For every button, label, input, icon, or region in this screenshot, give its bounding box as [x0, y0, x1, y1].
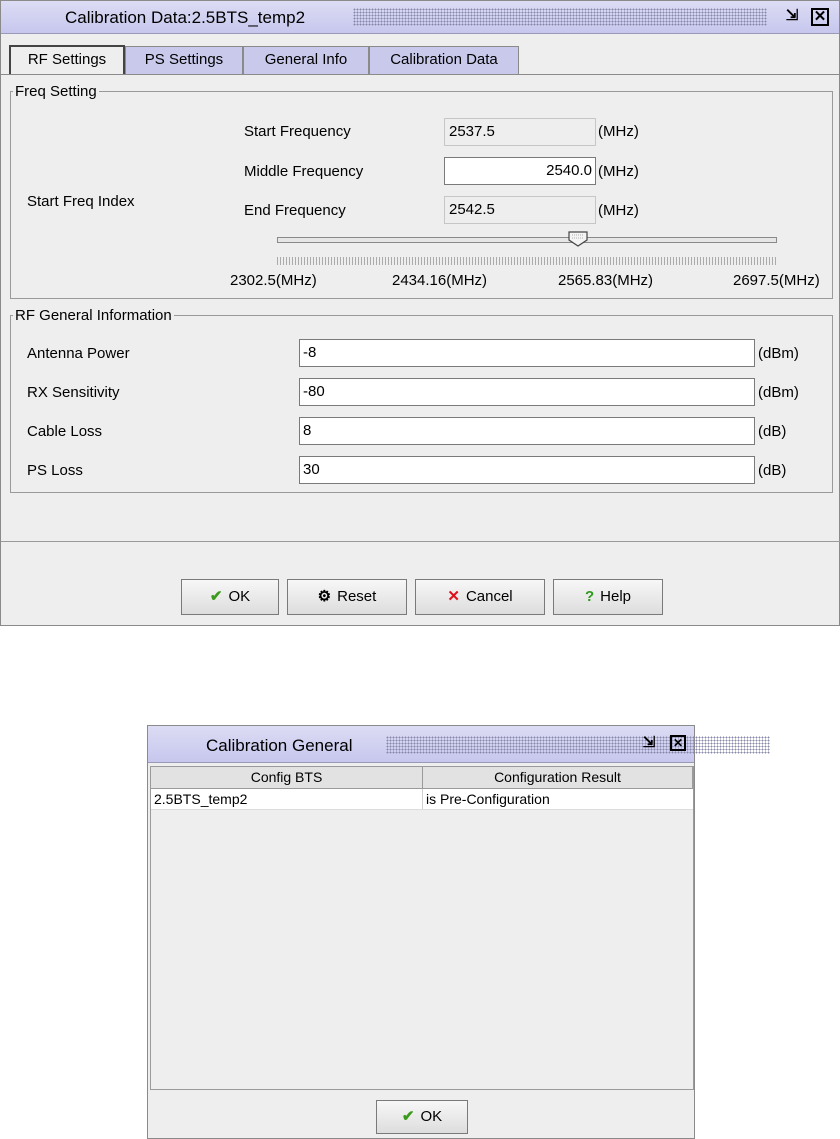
end-frequency-value: 2542.5 [444, 196, 596, 224]
reset-button[interactable]: ⚙ Reset [287, 579, 407, 615]
help-icon: ? [584, 588, 595, 605]
dialog2-titlebar[interactable]: Calibration General ⇲ ✕ [148, 726, 770, 763]
column-header-config-bts[interactable]: Config BTS [151, 767, 423, 789]
check-icon: ✔ [401, 1108, 415, 1125]
cell-configuration-result: is Pre-Configuration [426, 791, 550, 807]
tab-rf-settings[interactable]: RF Settings [9, 45, 125, 75]
antenna-power-input[interactable]: -8 [299, 339, 755, 367]
cell-config-bts: 2.5BTS_temp2 [151, 789, 423, 809]
column-header-configuration-result[interactable]: Configuration Result [423, 767, 693, 789]
start-freq-index-label: Start Freq Index [27, 193, 135, 210]
ok-button[interactable]: ✔ OK [376, 1100, 468, 1134]
ps-loss-label: PS Loss [27, 462, 83, 479]
ok-label: OK [420, 1108, 443, 1125]
restore-icon[interactable]: ⇲ [640, 734, 658, 752]
tab-panel-border [1, 74, 840, 75]
reset-icon: ⚙ [317, 588, 332, 605]
cancel-button[interactable]: ✕ Cancel [415, 579, 545, 615]
close-icon[interactable]: ✕ [811, 8, 829, 26]
results-table: Config BTS Configuration Result 2.5BTS_t… [150, 766, 694, 1090]
calibration-data-dialog: Calibration Data:2.5BTS_temp2 ⇲ ✕ RF Set… [0, 0, 840, 626]
middle-frequency-unit: (MHz) [598, 163, 639, 180]
ok-button[interactable]: ✔ OK [181, 579, 279, 615]
dialog-titlebar[interactable]: Calibration Data:2.5BTS_temp2 ⇲ ✕ [1, 1, 839, 34]
check-icon: ✔ [209, 588, 223, 605]
frequency-slider-track[interactable] [277, 237, 777, 243]
help-button[interactable]: ? Help [553, 579, 663, 615]
ps-loss-input[interactable]: 30 [299, 456, 755, 484]
help-label: Help [600, 588, 632, 605]
cable-loss-unit: (dB) [758, 423, 787, 440]
tab-general-info[interactable]: General Info [243, 46, 369, 74]
cable-loss-input[interactable]: 8 [299, 417, 755, 445]
tab-calibration-data[interactable]: Calibration Data [369, 46, 519, 74]
cable-loss-label: Cable Loss [27, 423, 103, 440]
rx-sensitivity-unit: (dBm) [758, 384, 799, 401]
rx-sensitivity-label: RX Sensitivity [27, 384, 120, 401]
restore-icon[interactable]: ⇲ [783, 7, 801, 25]
end-frequency-label: End Frequency [244, 202, 346, 219]
middle-frequency-input[interactable]: 2540.0 [444, 157, 596, 185]
freq-setting-group: Freq Setting [10, 83, 833, 299]
start-frequency-unit: (MHz) [598, 123, 639, 140]
end-frequency-unit: (MHz) [598, 202, 639, 219]
start-frequency-label: Start Frequency [244, 123, 351, 140]
antenna-power-unit: (dBm) [758, 345, 799, 362]
close-icon[interactable]: ✕ [670, 735, 686, 751]
titlebar-grip [386, 736, 770, 754]
reset-label: Reset [337, 588, 377, 605]
scale-label-3: 2565.83(MHz) [558, 272, 654, 289]
scale-label-min: 2302.5(MHz) [230, 272, 317, 289]
rf-general-legend: RF General Information [15, 307, 172, 324]
calibration-general-dialog: Calibration General ⇲ ✕ Config BTS Confi… [147, 725, 770, 1139]
slider-ticks [277, 257, 777, 265]
ps-loss-unit: (dB) [758, 462, 787, 479]
frequency-slider-thumb[interactable] [568, 231, 588, 247]
middle-frequency-label: Middle Frequency [244, 163, 364, 180]
table-row[interactable]: 2.5BTS_temp2 is Pre-Configuration [151, 789, 693, 810]
tab-ps-settings[interactable]: PS Settings [125, 46, 243, 74]
scale-label-2: 2434.16(MHz) [392, 272, 488, 289]
ok-label: OK [228, 588, 251, 605]
freq-setting-legend: Freq Setting [15, 83, 97, 100]
cancel-label: Cancel [465, 588, 513, 605]
dialog-title: Calibration Data:2.5BTS_temp2 [65, 8, 306, 27]
titlebar-grip [353, 8, 767, 26]
dialog2-title: Calibration General [206, 736, 353, 755]
panel-divider [1, 541, 840, 542]
scale-label-max: 2697.5(MHz) [733, 272, 820, 289]
cancel-x-icon: ✕ [447, 588, 460, 605]
start-frequency-value: 2537.5 [444, 118, 596, 146]
antenna-power-label: Antenna Power [27, 345, 130, 362]
rx-sensitivity-input[interactable]: -80 [299, 378, 755, 406]
